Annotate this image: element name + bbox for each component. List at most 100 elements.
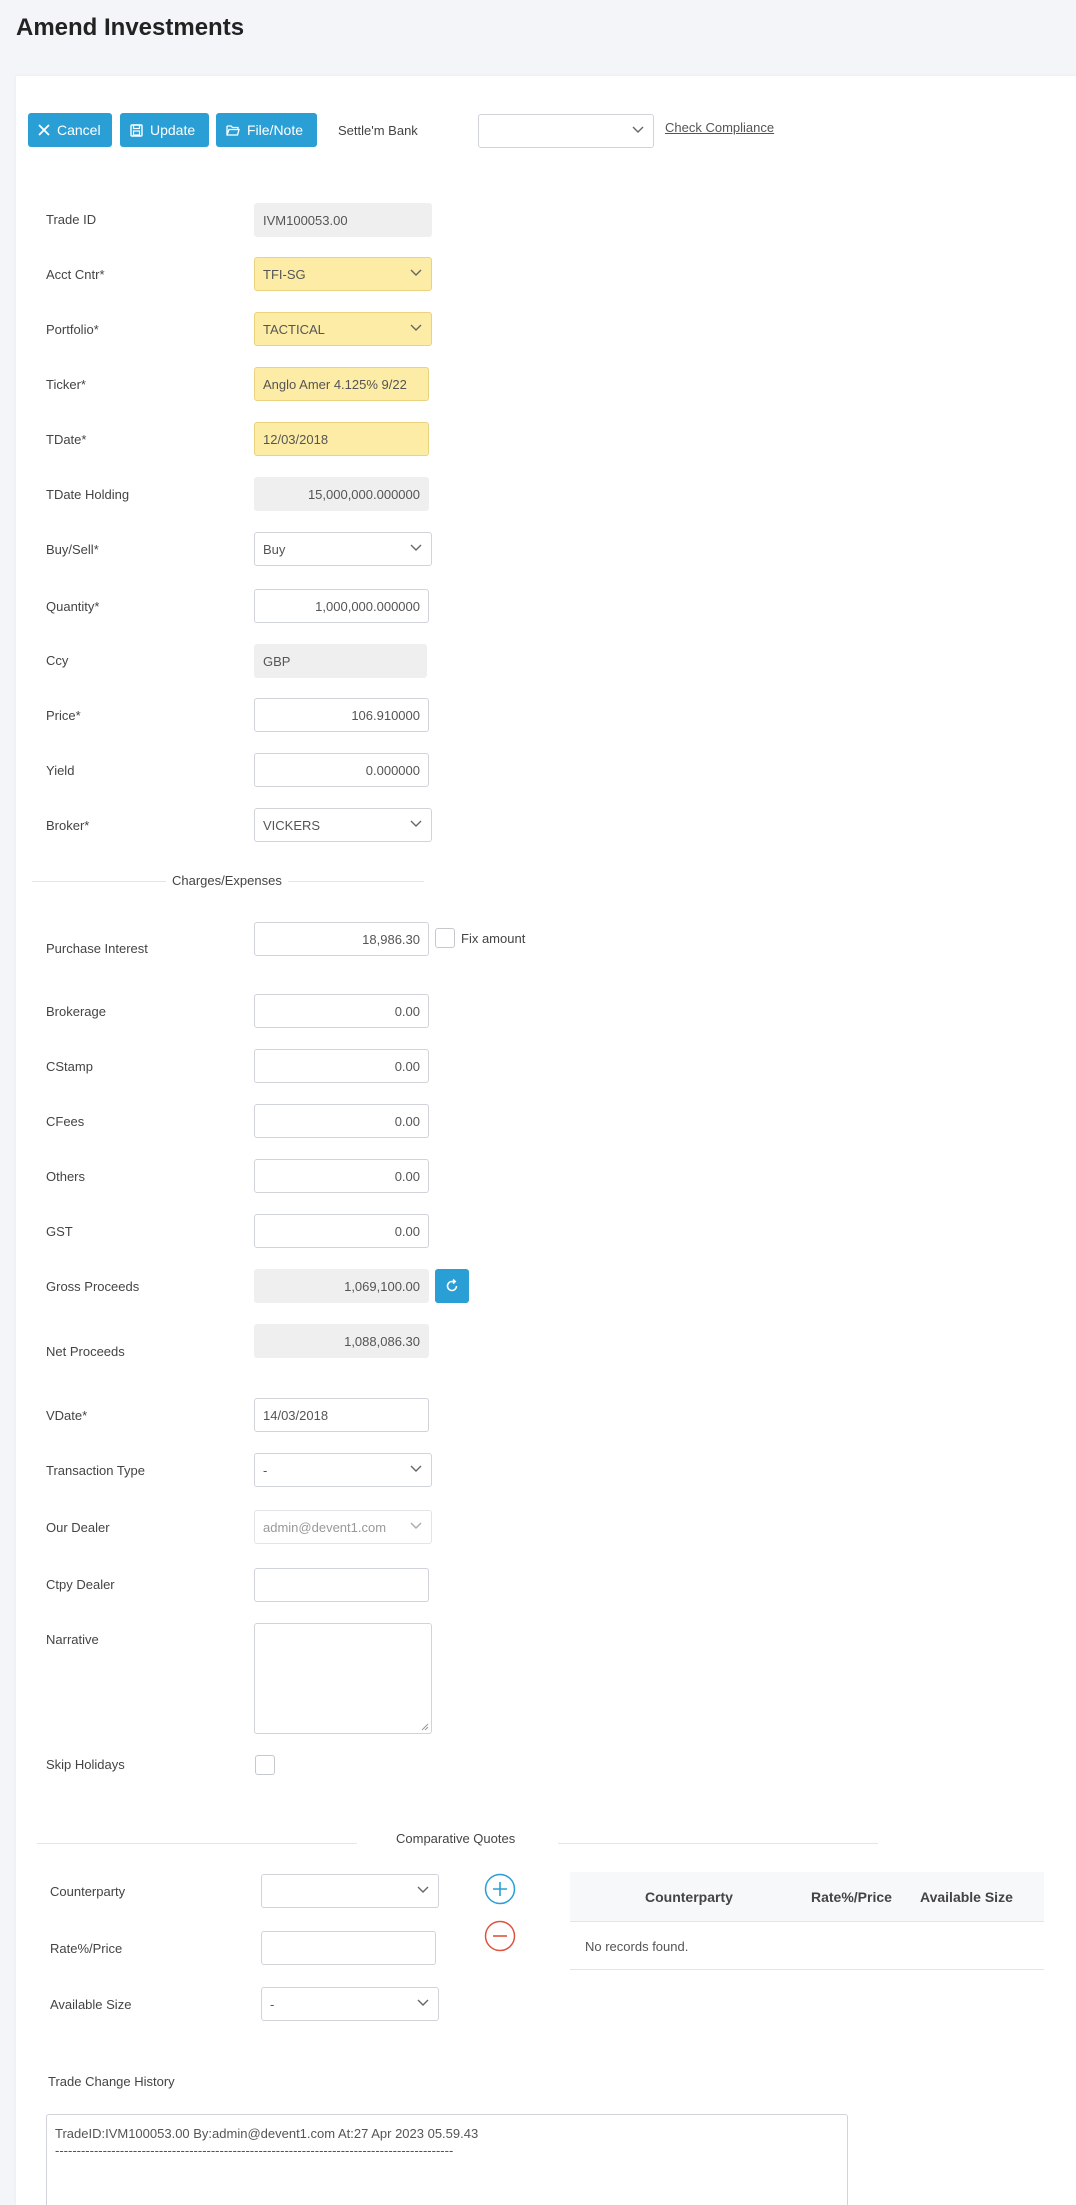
broker-select[interactable]: VICKERS xyxy=(254,808,432,842)
trade-id-label: Trade ID xyxy=(46,212,97,227)
cstamp-value: 0.00 xyxy=(394,1058,420,1074)
chevron-down-icon xyxy=(417,1886,429,1893)
ticker-label: Ticker* xyxy=(46,377,86,392)
cancel-button[interactable]: Cancel xyxy=(28,113,112,147)
resize-handle-icon[interactable] xyxy=(421,1723,429,1731)
check-compliance-link[interactable]: Check Compliance xyxy=(665,120,774,135)
settle-bank-select[interactable] xyxy=(478,114,654,148)
add-quote-button[interactable] xyxy=(484,1873,516,1905)
skip-holidays-checkbox[interactable] xyxy=(255,1755,275,1775)
net-proceeds-field: 1,088,086.30 xyxy=(254,1324,429,1358)
quantity-value: 1,000,000.000000 xyxy=(315,598,420,614)
our-dealer-label: Our Dealer xyxy=(46,1520,110,1535)
settle-bank-label: Settle'm Bank xyxy=(338,123,418,138)
file-note-button[interactable]: File/Note xyxy=(216,113,317,147)
portfolio-select[interactable]: TACTICAL xyxy=(254,312,432,346)
yield-input[interactable]: 0.000000 xyxy=(254,753,429,787)
cstamp-input[interactable]: 0.00 xyxy=(254,1049,429,1083)
cfees-label: CFees xyxy=(46,1114,85,1129)
ccy-value: GBP xyxy=(263,653,291,669)
empty-message: No records found. xyxy=(585,1939,689,1954)
acct-cntr-select[interactable]: TFI-SG xyxy=(254,257,432,291)
tdate-input[interactable]: 12/03/2018 xyxy=(254,422,429,456)
tdate-value: 12/03/2018 xyxy=(263,431,329,447)
tdate-holding-label: TDate Holding xyxy=(46,487,130,502)
gst-input[interactable]: 0.00 xyxy=(254,1214,429,1248)
narrative-textarea[interactable] xyxy=(254,1623,432,1734)
rate-price-input[interactable] xyxy=(261,1931,436,1965)
vdate-input[interactable]: 14/03/2018 xyxy=(254,1398,429,1432)
close-icon xyxy=(38,124,50,136)
column-header-available-size[interactable]: Available Size xyxy=(920,1872,1013,1922)
quantity-label: Quantity* xyxy=(46,599,100,614)
fix-amount-label: Fix amount xyxy=(461,931,526,946)
quotes-table-empty-row: No records found. xyxy=(570,1922,1044,1970)
history-line: TradeID:IVM100053.00 By:admin@devent1.co… xyxy=(55,2126,479,2141)
chevron-down-icon xyxy=(417,1999,429,2006)
fix-amount-checkbox[interactable] xyxy=(435,928,455,948)
portfolio-label: Portfolio* xyxy=(46,322,99,337)
net-proceeds-label: Net Proceeds xyxy=(46,1344,125,1359)
history-separator: ----------------------------------------… xyxy=(55,2143,454,2158)
quotes-section-title: Comparative Quotes xyxy=(390,1831,522,1846)
quotes-table-header: Counterparty Rate%/Price Available Size xyxy=(570,1872,1044,1922)
gross-proceeds-value: 1,069,100.00 xyxy=(344,1278,420,1294)
cfees-value: 0.00 xyxy=(394,1113,420,1129)
brokerage-input[interactable]: 0.00 xyxy=(254,994,429,1028)
ctpy-dealer-label: Ctpy Dealer xyxy=(46,1577,115,1592)
yield-value: 0.000000 xyxy=(365,762,420,778)
update-button[interactable]: Update xyxy=(120,113,209,147)
chevron-down-icon xyxy=(632,126,644,133)
recalculate-button[interactable] xyxy=(435,1269,469,1303)
rate-price-label: Rate%/Price xyxy=(50,1941,123,1956)
page-title: Amend Investments xyxy=(16,14,245,41)
trade-change-history-box[interactable]: TradeID:IVM100053.00 By:admin@devent1.co… xyxy=(46,2114,848,2205)
acct-cntr-label: Acct Cntr* xyxy=(46,267,105,282)
net-proceeds-value: 1,088,086.30 xyxy=(344,1333,420,1349)
cstamp-label: CStamp xyxy=(46,1059,93,1074)
broker-label: Broker* xyxy=(46,818,90,833)
gst-value: 0.00 xyxy=(394,1223,420,1239)
tdate-holding-value: 15,000,000.000000 xyxy=(307,486,420,502)
brokerage-label: Brokerage xyxy=(46,1004,106,1019)
available-size-select[interactable]: - xyxy=(261,1987,439,2021)
purchase-interest-input[interactable]: 18,986.30 xyxy=(254,922,429,956)
chevron-down-icon xyxy=(410,269,422,276)
ticker-input[interactable]: Anglo Amer 4.125% 9/22 xyxy=(254,367,429,401)
ticker-value: Anglo Amer 4.125% 9/22 xyxy=(263,376,407,392)
transaction-type-select[interactable]: - xyxy=(254,1453,432,1487)
ccy-field: GBP xyxy=(254,644,427,678)
available-size-value: - xyxy=(270,1996,275,2012)
column-header-rate-price[interactable]: Rate%/Price xyxy=(811,1872,892,1922)
gross-proceeds-field: 1,069,100.00 xyxy=(254,1269,429,1303)
quantity-input[interactable]: 1,000,000.000000 xyxy=(254,589,429,623)
narrative-label: Narrative xyxy=(46,1632,99,1647)
trade-change-history-label: Trade Change History xyxy=(48,2074,175,2089)
chevron-down-icon xyxy=(410,1522,422,1529)
remove-quote-button[interactable] xyxy=(484,1920,516,1952)
price-label: Price* xyxy=(46,708,81,723)
charges-section-title: Charges/Expenses xyxy=(166,873,288,888)
chevron-down-icon xyxy=(410,544,422,551)
column-header-counterparty[interactable]: Counterparty xyxy=(645,1872,733,1922)
counterparty-select[interactable] xyxy=(261,1874,439,1908)
trade-id-field: IVM100053.00 xyxy=(254,203,432,237)
file-note-label: File/Note xyxy=(247,122,304,138)
tdate-label: TDate* xyxy=(46,432,87,447)
ctpy-dealer-input[interactable] xyxy=(254,1568,429,1602)
brokerage-value: 0.00 xyxy=(394,1003,420,1019)
acct-cntr-value: TFI-SG xyxy=(263,266,306,282)
cancel-label: Cancel xyxy=(57,122,101,138)
transaction-type-label: Transaction Type xyxy=(46,1463,145,1478)
price-input[interactable]: 106.910000 xyxy=(254,698,429,732)
our-dealer-value: admin@devent1.com xyxy=(263,1519,387,1535)
yield-label: Yield xyxy=(46,763,75,778)
cfees-input[interactable]: 0.00 xyxy=(254,1104,429,1138)
portfolio-value: TACTICAL xyxy=(263,321,325,337)
buy-sell-select[interactable]: Buy xyxy=(254,532,432,566)
others-input[interactable]: 0.00 xyxy=(254,1159,429,1193)
quotes-divider-left xyxy=(37,1843,357,1844)
gross-proceeds-label: Gross Proceeds xyxy=(46,1279,140,1294)
update-label: Update xyxy=(150,122,196,138)
buy-sell-label: Buy/Sell* xyxy=(46,542,99,557)
